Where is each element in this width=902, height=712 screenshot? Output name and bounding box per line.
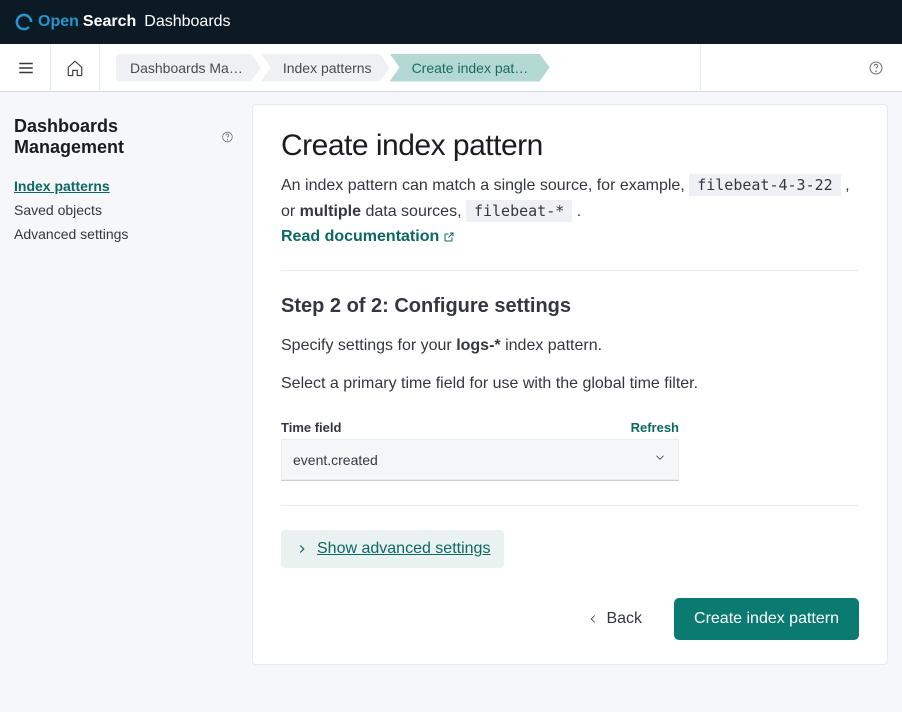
step-desc-1a: Specify settings for your — [281, 337, 456, 354]
back-button[interactable]: Back — [574, 600, 654, 638]
step-desc-pattern: logs-* — [456, 337, 500, 354]
back-label: Back — [606, 610, 642, 628]
help-button[interactable] — [860, 52, 892, 84]
intro-text-1: An index pattern can match a single sour… — [281, 177, 689, 194]
adv-settings-label: Show advanced settings — [317, 540, 490, 558]
logo-text-search: Search — [83, 13, 136, 31]
nav-bar: Dashboards Ma… Index patterns Create ind… — [0, 44, 902, 92]
home-button[interactable] — [59, 52, 91, 84]
step-desc-1c: index pattern. — [501, 337, 602, 354]
step-desc-2: Select a primary time field for use with… — [281, 372, 859, 396]
show-advanced-settings-button[interactable]: Show advanced settings — [281, 530, 504, 568]
sidebar-item-index-patterns[interactable]: Index patterns — [14, 174, 234, 198]
sidebar-title-text: Dashboards Management — [14, 116, 215, 158]
logo[interactable]: OpenSearch Dashboards — [14, 12, 231, 32]
divider — [281, 505, 859, 506]
doc-link-text: Read documentation — [281, 228, 439, 246]
breadcrumb-create-index-pattern[interactable]: Create index pattern — [390, 54, 550, 82]
logo-text-dashboards: Dashboards — [144, 13, 230, 31]
read-documentation-link[interactable]: Read documentation — [281, 228, 455, 246]
intro-code-1: filebeat-4-3-22 — [689, 174, 840, 196]
main-content: Create index pattern An index pattern ca… — [248, 92, 902, 689]
chevron-left-icon — [586, 612, 600, 626]
help-icon — [868, 60, 884, 76]
time-field-select[interactable]: event.created — [281, 439, 679, 481]
time-field-label: Time field — [281, 420, 341, 435]
opensearch-logo-icon — [14, 12, 34, 32]
footer-buttons: Back Create index pattern — [281, 598, 859, 640]
menu-toggle-button[interactable] — [10, 52, 42, 84]
home-icon — [66, 59, 84, 77]
divider — [99, 44, 100, 92]
hamburger-icon — [17, 59, 35, 77]
breadcrumb-index-patterns[interactable]: Index patterns — [261, 54, 390, 82]
external-link-icon — [443, 231, 455, 243]
sidebar-item-saved-objects[interactable]: Saved objects — [14, 198, 234, 222]
page-title: Create index pattern — [281, 129, 859, 163]
divider — [700, 44, 701, 92]
help-icon[interactable] — [221, 130, 234, 144]
time-field-select-value: event.created — [281, 439, 679, 481]
panel: Create index pattern An index pattern ca… — [252, 104, 888, 665]
step-title: Step 2 of 2: Configure settings — [281, 295, 859, 318]
divider — [50, 44, 51, 92]
refresh-link[interactable]: Refresh — [631, 420, 679, 435]
intro-bold: multiple — [300, 203, 361, 220]
app-header: OpenSearch Dashboards — [0, 0, 902, 44]
step-desc-1: Specify settings for your logs-* index p… — [281, 334, 859, 358]
intro-code-2: filebeat-* — [466, 200, 572, 222]
sidebar-item-advanced-settings[interactable]: Advanced settings — [14, 222, 234, 246]
logo-text-open: Open — [38, 13, 79, 31]
sidebar: Dashboards Management Index patterns Sav… — [0, 92, 248, 689]
chevron-right-icon — [295, 542, 309, 556]
intro-text: An index pattern can match a single sour… — [281, 173, 859, 224]
intro-text-4: . — [572, 203, 581, 220]
create-index-pattern-button[interactable]: Create index pattern — [674, 598, 859, 640]
divider — [281, 270, 859, 271]
sidebar-title: Dashboards Management — [14, 116, 234, 158]
breadcrumb: Dashboards Ma… Index patterns Create ind… — [116, 54, 550, 82]
intro-text-3: data sources, — [361, 203, 466, 220]
breadcrumb-dashboards-management[interactable]: Dashboards Ma… — [116, 54, 261, 82]
